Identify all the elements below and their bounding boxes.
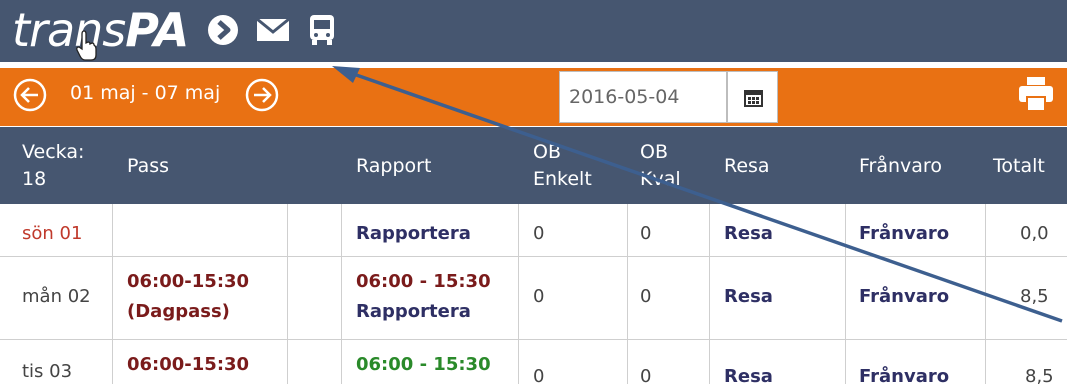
ob-enkelt-value: 0	[533, 366, 545, 387]
totalt-value: 8,5	[1020, 286, 1049, 307]
pass-time: 06:00-15:30	[127, 271, 250, 292]
rapport-time: 06:00 - 15:30	[356, 354, 491, 375]
day-cell: tis 03	[22, 361, 73, 382]
bus-icon[interactable]	[304, 14, 340, 46]
totalt-value: 0,0	[1020, 223, 1049, 244]
calendar-button[interactable]	[727, 71, 778, 123]
rapportera-link[interactable]: Rapportera	[356, 220, 471, 248]
envelope-icon[interactable]	[255, 14, 291, 46]
col-ob-kval: OB Kval	[640, 141, 681, 190]
app-logo[interactable]: transPA	[12, 4, 189, 56]
col-totalt: Totalt	[993, 155, 1045, 177]
rapport-time: 06:00 - 15:30	[356, 271, 491, 292]
totalt-value: 8,5	[1025, 366, 1054, 387]
col-rapport: Rapport	[356, 155, 432, 177]
ob-kval-value: 0	[640, 366, 652, 387]
col-pass: Pass	[127, 155, 170, 177]
day-cell: sön 01	[22, 223, 83, 244]
printer-icon[interactable]	[1017, 75, 1055, 113]
ob-kval-value: 0	[640, 223, 652, 244]
pass-type: (Dagpass)	[127, 301, 230, 322]
ob-enkelt-value: 0	[533, 223, 545, 244]
day-cell: mån 02	[22, 286, 91, 307]
arrow-right-circle-icon[interactable]	[244, 77, 280, 113]
col-resa: Resa	[724, 155, 770, 177]
col-week: Vecka: 18	[22, 141, 85, 190]
franvaro-link[interactable]: Frånvaro	[859, 220, 949, 248]
calendar-icon	[744, 90, 763, 107]
arrow-left-circle-icon[interactable]	[12, 77, 48, 113]
franvaro-link[interactable]: Frånvaro	[859, 283, 949, 311]
resa-link[interactable]: Resa	[724, 283, 773, 311]
col-ob-enkelt: OB Enkelt	[533, 141, 592, 190]
week-range-label: 01 maj - 07 maj	[70, 82, 221, 104]
ob-kval-value: 0	[640, 286, 652, 307]
pass-time: 06:00-15:30	[127, 354, 250, 375]
resa-link[interactable]: Resa	[724, 363, 773, 391]
rapportera-link[interactable]: Rapportera	[356, 298, 471, 326]
franvaro-link[interactable]: Frånvaro	[859, 363, 949, 391]
date-input[interactable]: 2016-05-04	[559, 71, 727, 123]
resa-link[interactable]: Resa	[724, 220, 773, 248]
col-franvaro: Frånvaro	[859, 155, 942, 177]
chevron-circle-icon[interactable]	[205, 14, 241, 46]
ob-enkelt-value: 0	[533, 286, 545, 307]
hand-cursor-icon	[76, 30, 97, 61]
